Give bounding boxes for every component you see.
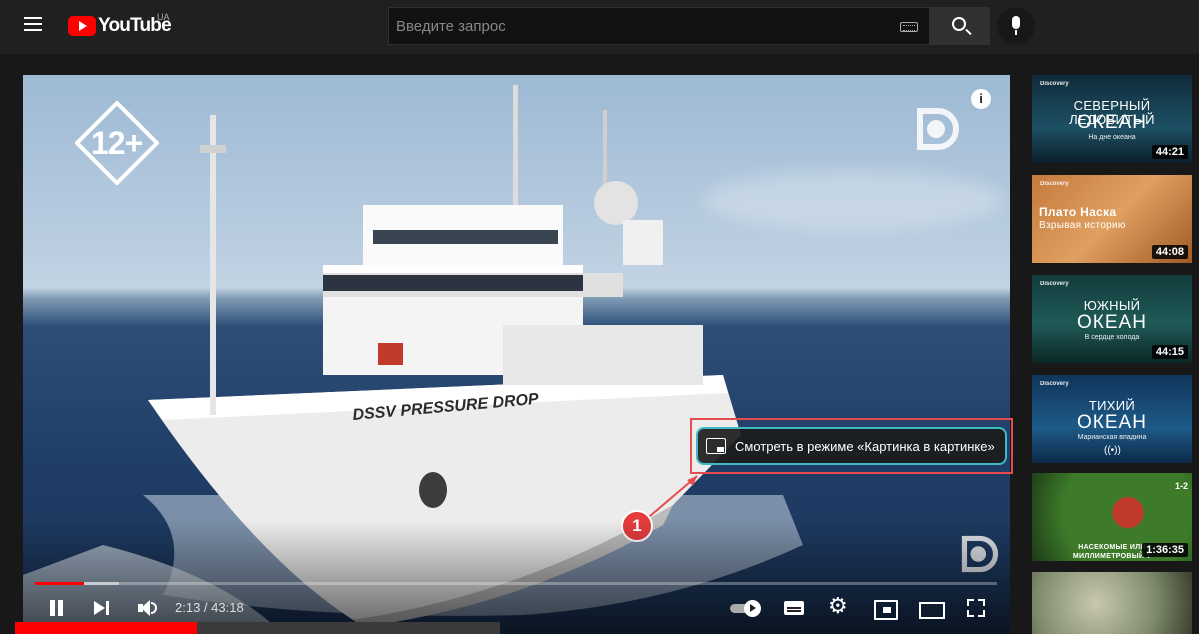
recommended-video[interactable]: Discovery СЕВЕРНЫЙ ЛЕДОВИТЫЙ ОКЕАН На дн… — [1032, 75, 1192, 163]
settings-gear-icon[interactable] — [827, 594, 851, 620]
thumb-subtitle: В сердце холода — [1084, 334, 1140, 341]
live-broadcast-icon: ((•)) — [1104, 445, 1121, 456]
thumb-title: ТИХИЙ — [1088, 398, 1136, 413]
video-duration: 43:18 — [211, 600, 244, 615]
pip-tooltip: Смотреть в режиме «Картинка в картинке» — [696, 427, 1007, 465]
thumb-brand: Discovery — [1040, 181, 1069, 187]
video-duration-badge: 1:36:35 — [1142, 543, 1188, 557]
fullscreen-icon[interactable] — [964, 596, 988, 620]
miniplayer-icon[interactable] — [872, 596, 898, 620]
thumb-subtitle: Марианская впадина — [1077, 434, 1147, 441]
progress-bar[interactable] — [35, 582, 997, 585]
recommended-video[interactable]: Discovery Плато Наска Взрывая историю 44… — [1032, 175, 1192, 263]
page-load-progress-fill — [15, 622, 197, 634]
thumb-title: ЮЖНЫЙ — [1083, 298, 1141, 313]
time-separator: / — [200, 600, 212, 615]
thumb-brand: Discovery — [1040, 281, 1069, 287]
volume-wave — [151, 602, 157, 614]
autoplay-play-icon — [744, 600, 761, 617]
pip-tooltip-label: Смотреть в режиме «Картинка в картинке» — [735, 438, 995, 454]
thumb-title-2: Взрывая историю — [1039, 220, 1126, 231]
time-display: 2:13 / 43:18 — [175, 600, 244, 615]
theater-mode-icon[interactable] — [918, 596, 945, 620]
thumb-title: Плато Наска — [1039, 205, 1117, 219]
menu-icon[interactable] — [24, 17, 42, 31]
controls-gradient — [23, 520, 1010, 634]
recommended-video[interactable]: Discovery ТИХИЙ ОКЕАН Марианская впадина… — [1032, 375, 1192, 463]
recommended-video[interactable]: Discovery ЮЖНЫЙ ОКЕАН В сердце холода 44… — [1032, 275, 1192, 363]
thumb-title-big: ОКЕАН — [1077, 412, 1147, 433]
voice-search-button[interactable] — [997, 7, 1035, 45]
search-input[interactable] — [389, 8, 889, 44]
search-button[interactable] — [930, 7, 990, 45]
video-duration-badge: 44:21 — [1151, 145, 1188, 159]
next-video-icon[interactable] — [90, 596, 114, 620]
thumb-subtitle: На дне океана — [1088, 134, 1136, 141]
pause-icon[interactable] — [45, 596, 69, 620]
thumb-brand: Discovery — [1040, 81, 1069, 87]
youtube-play-icon — [68, 16, 96, 36]
volume-icon[interactable] — [135, 596, 159, 620]
thumb-title-big: ОКЕАН — [1077, 112, 1147, 133]
search-icon — [952, 17, 966, 31]
age-rating-text: 12+ — [91, 125, 143, 161]
recommended-video[interactable]: 1-2 НАСЕКОМЫЕ ИЛИ МИЛЛИМЕТРОВЫЙ Т 1:36:3… — [1032, 473, 1192, 561]
progress-played — [35, 582, 85, 585]
region-code: UA — [157, 12, 170, 22]
microphone-icon — [1012, 16, 1020, 29]
keyboard-icon[interactable] — [900, 22, 918, 32]
current-time: 2:13 — [175, 600, 201, 615]
top-bar: YouTube UA — [0, 0, 1199, 54]
video-duration-badge: 44:08 — [1151, 245, 1188, 259]
video-duration-badge: 44:15 — [1151, 345, 1188, 359]
recommended-video[interactable] — [1032, 572, 1192, 634]
episode-badge: 1-2 — [1174, 481, 1188, 491]
picture-in-picture-icon — [706, 438, 726, 454]
thumb-brand: Discovery — [1040, 381, 1069, 387]
discovery-logo-icon — [917, 108, 959, 150]
page-load-progress — [15, 622, 500, 634]
subtitles-icon[interactable] — [782, 596, 806, 620]
thumb-title-big: ОКЕАН — [1077, 312, 1147, 333]
microphone-stand — [1015, 30, 1017, 35]
search-box — [388, 7, 930, 45]
info-icon[interactable]: i — [971, 89, 991, 109]
autoplay-toggle[interactable] — [730, 600, 762, 617]
youtube-logo[interactable]: YouTube — [68, 14, 172, 38]
